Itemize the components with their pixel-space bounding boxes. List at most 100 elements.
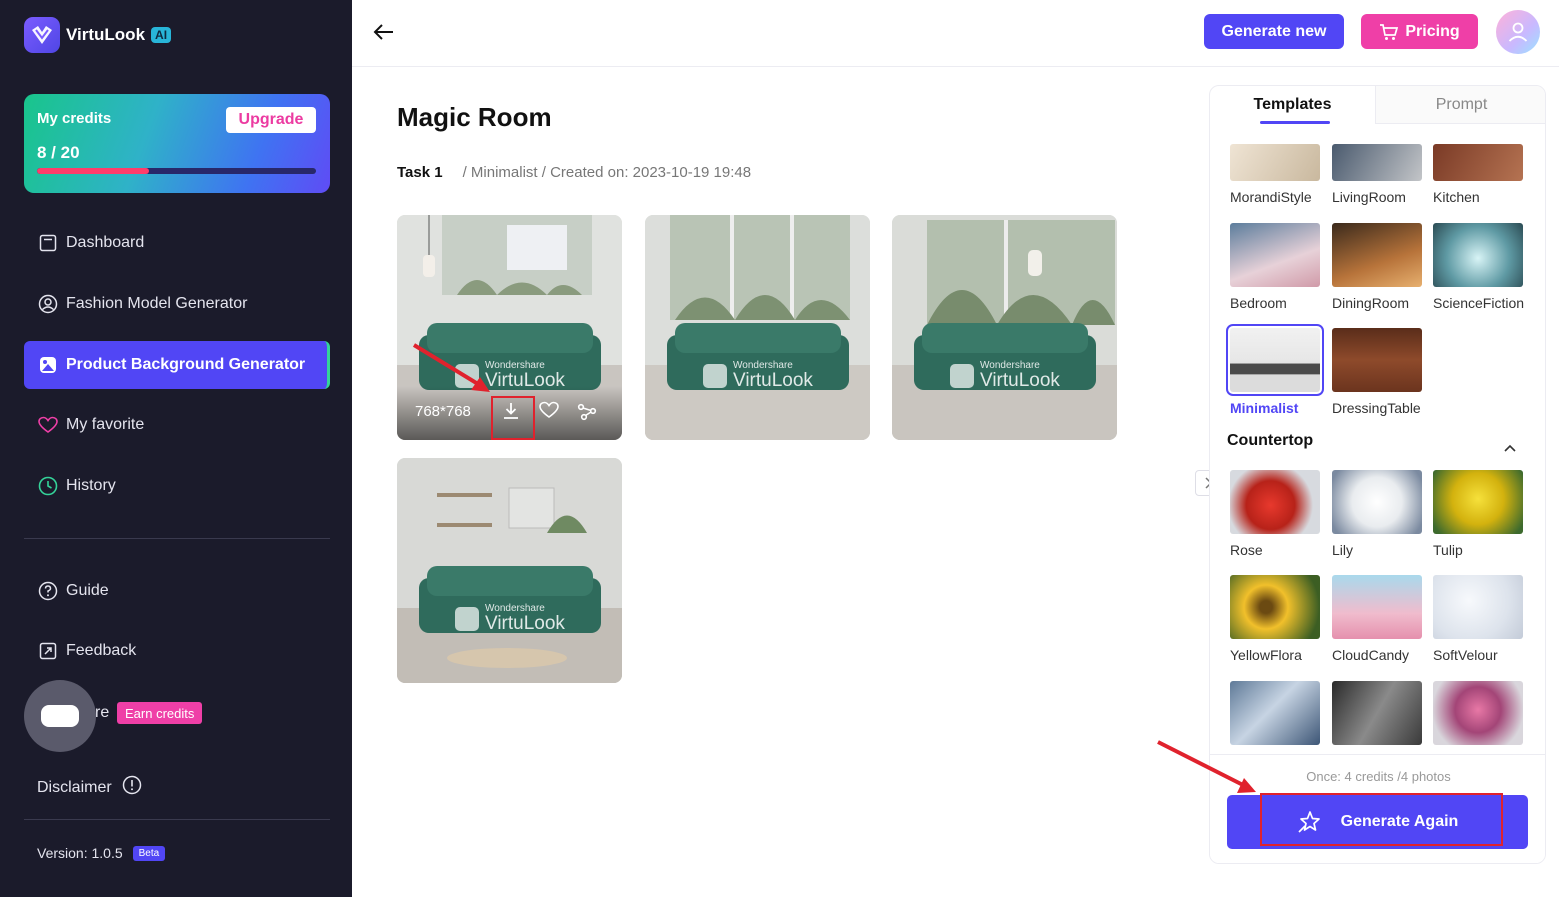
sidebar: VirtuLook AI My credits 8 / 20 Upgrade D…	[0, 0, 352, 897]
credits-card: My credits 8 / 20 Upgrade	[24, 94, 330, 193]
template-thumbnail	[1433, 470, 1523, 534]
credits-progress-bar	[37, 168, 316, 174]
user-icon	[1508, 22, 1528, 42]
template-thumbnail	[1332, 575, 1422, 639]
template-thumbnail	[1230, 470, 1320, 534]
beta-badge: Beta	[132, 845, 166, 861]
generate-new-button[interactable]: Generate new	[1204, 14, 1344, 49]
result-image-3[interactable]: Wondershare VirtuLook	[892, 215, 1117, 440]
collapse-section-button[interactable]	[1503, 440, 1517, 458]
ai-badge: AI	[151, 27, 172, 43]
watermark: Wondershare VirtuLook	[950, 361, 1060, 390]
sidebar-item-label: Product Background Generator	[66, 356, 306, 373]
template-label: LivingRoom	[1332, 189, 1406, 205]
task-label: Task 1	[397, 164, 443, 181]
template-bedroom[interactable]: Bedroom	[1230, 223, 1322, 311]
sidebar-item-fashion-model[interactable]: Fashion Model Generator	[24, 280, 330, 328]
credits-count: 8 / 20	[37, 143, 80, 162]
clock-icon	[38, 476, 58, 496]
template-lily[interactable]: Lily	[1332, 470, 1424, 558]
image-size-label: 768*768	[415, 403, 471, 420]
sidebar-item-my-favorite[interactable]: My favorite	[24, 401, 330, 449]
template-thumbnail	[1230, 681, 1320, 745]
template-thumbnail	[1433, 681, 1523, 745]
virtulook-watermark-icon	[455, 606, 479, 631]
external-link-icon	[38, 641, 58, 661]
virtulook-logo-icon	[24, 17, 60, 53]
template-cloudcandy[interactable]: CloudCandy	[1332, 575, 1424, 663]
template-thumbnail	[1226, 324, 1324, 396]
template-rose[interactable]: Rose	[1230, 470, 1322, 558]
template-kitchen[interactable]: Kitchen	[1433, 144, 1525, 205]
version-label: Version: 1.0.5	[37, 845, 123, 861]
template-minimalist[interactable]: Minimalist	[1226, 324, 1324, 416]
template-blossom[interactable]	[1433, 681, 1525, 745]
task-info: Task 1 / Minimalist / Created on: 2023-1…	[397, 164, 751, 181]
room-illustration	[645, 215, 870, 440]
template-morandistyle[interactable]: MorandiStyle	[1230, 144, 1322, 205]
template-label: SoftVelour	[1433, 647, 1498, 663]
template-label: CloudCandy	[1332, 647, 1410, 663]
upgrade-button[interactable]: Upgrade	[226, 107, 316, 133]
template-shadow[interactable]	[1332, 681, 1424, 745]
watermark-big: VirtuLook	[733, 370, 813, 391]
template-label: YellowFlora	[1230, 647, 1302, 663]
version-info: Version: 1.0.5 Beta	[37, 845, 166, 861]
chat-support-button[interactable]	[24, 680, 96, 752]
template-thumbnail	[1230, 223, 1320, 287]
share-button[interactable]	[577, 401, 603, 427]
result-image-2[interactable]: Wondershare VirtuLook	[645, 215, 870, 440]
template-label: Lily	[1332, 542, 1354, 558]
heart-icon	[38, 415, 58, 435]
heart-outline-icon	[539, 401, 559, 418]
template-label: MorandiStyle	[1230, 189, 1312, 205]
virtulook-watermark-icon	[703, 363, 727, 388]
template-label: Minimalist	[1230, 400, 1299, 416]
template-sciencefiction[interactable]: ScienceFiction	[1433, 223, 1525, 311]
room-illustration	[397, 458, 622, 683]
product-background-icon	[38, 355, 58, 375]
page-title: Magic Room	[397, 102, 552, 132]
template-livingroom[interactable]: LivingRoom	[1332, 144, 1424, 205]
sidebar-item-guide[interactable]: Guide	[24, 567, 330, 615]
template-marble[interactable]	[1230, 681, 1322, 745]
tab-templates-label: Templates	[1253, 96, 1332, 113]
app-name: VirtuLook	[66, 25, 146, 44]
sidebar-item-product-background[interactable]: Product Background Generator	[24, 341, 330, 389]
user-avatar[interactable]	[1496, 10, 1540, 54]
template-diningroom[interactable]: DiningRoom	[1332, 223, 1424, 311]
share-icon	[577, 403, 597, 421]
sidebar-item-dashboard[interactable]: Dashboard	[24, 219, 330, 267]
back-button[interactable]	[372, 20, 396, 44]
tab-prompt[interactable]: Prompt	[1376, 86, 1545, 124]
sidebar-item-label: Feedback	[66, 642, 137, 659]
sidebar-item-share-label[interactable]: re	[95, 704, 109, 722]
template-tulip[interactable]: Tulip	[1433, 470, 1525, 558]
favorite-button[interactable]	[539, 401, 565, 427]
tab-prompt-label: Prompt	[1435, 95, 1488, 113]
sidebar-item-feedback[interactable]: Feedback	[24, 627, 330, 675]
template-softvelour[interactable]: SoftVelour	[1433, 575, 1525, 663]
sidebar-item-history[interactable]: History	[24, 462, 330, 510]
task-meta: / Minimalist / Created on: 2023-10-19 19…	[462, 164, 752, 181]
tab-templates[interactable]: Templates	[1210, 86, 1376, 124]
arrow-left-icon	[373, 24, 393, 40]
template-thumbnail	[1332, 144, 1422, 181]
sidebar-item-label: Dashboard	[66, 234, 145, 251]
user-circle-icon	[38, 294, 58, 314]
info-icon	[122, 775, 142, 800]
sidebar-divider-bottom	[24, 819, 330, 820]
cart-icon	[1379, 23, 1399, 41]
template-dressingtable[interactable]: DressingTable	[1332, 328, 1424, 416]
result-image-4[interactable]: Wondershare VirtuLook	[397, 458, 622, 683]
templates-panel: Templates Prompt MorandiStyle LivingRoom…	[1209, 85, 1546, 864]
template-thumbnail	[1230, 144, 1320, 181]
room-illustration	[892, 215, 1117, 440]
template-thumbnail	[1433, 223, 1523, 287]
virtulook-watermark-icon	[455, 363, 479, 388]
app-logo[interactable]: VirtuLook AI	[24, 17, 172, 53]
watermark-big: VirtuLook	[980, 370, 1060, 391]
pricing-button[interactable]: Pricing	[1361, 14, 1478, 49]
template-yellowflora[interactable]: YellowFlora	[1230, 575, 1322, 663]
disclaimer-link[interactable]: Disclaimer	[37, 775, 142, 800]
